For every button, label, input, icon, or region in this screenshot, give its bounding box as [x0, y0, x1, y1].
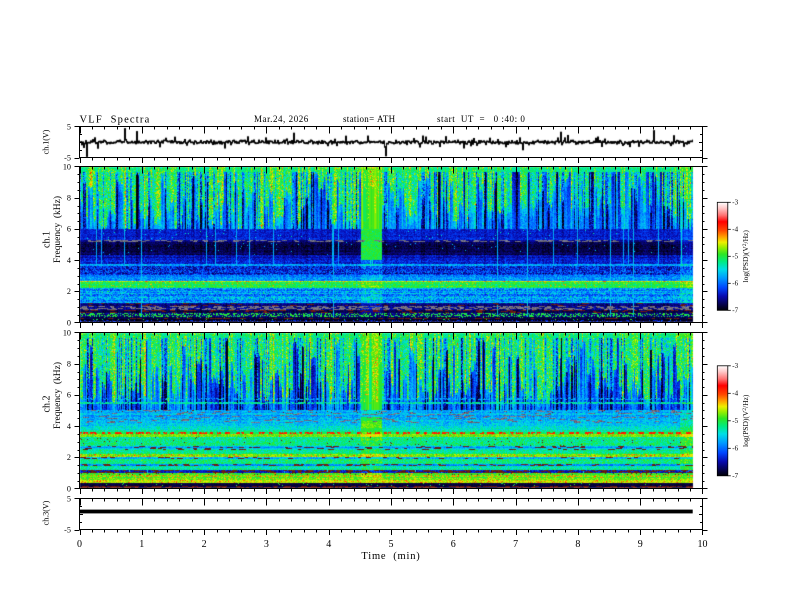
svg-text:-4: -4	[732, 226, 738, 234]
svg-text:0: 0	[77, 539, 82, 550]
svg-text:5: 5	[67, 122, 71, 131]
svg-text:-7: -7	[732, 307, 738, 315]
svg-text:VLF Spectra: VLF Spectra	[80, 115, 151, 126]
svg-text:-7: -7	[732, 472, 738, 480]
svg-text:ch.3(V): ch.3(V)	[42, 500, 51, 525]
svg-text:ch.2: ch.2	[42, 396, 53, 413]
svg-text:2: 2	[202, 539, 207, 550]
svg-text:6: 6	[67, 225, 71, 234]
svg-text:6: 6	[67, 391, 71, 400]
svg-text:log(PSD)(V2/Hz): log(PSD)(V2/Hz)	[741, 230, 750, 283]
svg-text:2: 2	[67, 287, 71, 296]
svg-text:1: 1	[139, 539, 144, 550]
svg-text:8: 8	[575, 539, 580, 550]
svg-text:log(PSD)(V2/Hz): log(PSD)(V2/Hz)	[741, 394, 750, 447]
svg-text:5: 5	[389, 539, 394, 550]
svg-text:9: 9	[638, 539, 643, 550]
svg-text:0: 0	[67, 318, 71, 327]
svg-text:Frequency (kHz): Frequency (kHz)	[52, 362, 63, 429]
svg-text:-5: -5	[64, 525, 71, 534]
svg-text:-5: -5	[732, 417, 738, 425]
svg-text:-3: -3	[732, 362, 738, 370]
svg-text:station= ATH: station= ATH	[343, 114, 396, 124]
svg-text:7: 7	[513, 539, 518, 550]
svg-text:ch.1: ch.1	[42, 231, 53, 248]
svg-text:4: 4	[67, 256, 71, 265]
svg-text:2: 2	[67, 453, 71, 462]
svg-text:-6: -6	[732, 445, 738, 453]
svg-text:Frequency (kHz): Frequency (kHz)	[52, 196, 63, 263]
svg-text:3: 3	[264, 539, 269, 550]
svg-text:-3: -3	[732, 199, 738, 207]
svg-text:start UT = 0 :40: 0: start UT = 0 :40: 0	[437, 114, 525, 124]
svg-text:10: 10	[698, 539, 708, 550]
svg-text:10: 10	[63, 162, 71, 171]
svg-text:8: 8	[67, 360, 71, 369]
svg-text:-4: -4	[732, 390, 738, 398]
svg-text:5: 5	[67, 494, 71, 503]
svg-text:8: 8	[67, 194, 71, 203]
svg-text:-5: -5	[732, 253, 738, 261]
svg-text:Mar.24, 2026: Mar.24, 2026	[254, 114, 309, 124]
svg-text:-6: -6	[732, 280, 738, 288]
svg-text:4: 4	[326, 539, 331, 550]
svg-text:6: 6	[451, 539, 456, 550]
svg-text:4: 4	[67, 422, 71, 431]
svg-text:0: 0	[67, 484, 71, 493]
svg-text:10: 10	[63, 328, 71, 337]
svg-text:Time (min): Time (min)	[361, 551, 420, 562]
svg-text:ch.1(V): ch.1(V)	[42, 129, 51, 154]
svg-text:-5: -5	[64, 153, 71, 162]
